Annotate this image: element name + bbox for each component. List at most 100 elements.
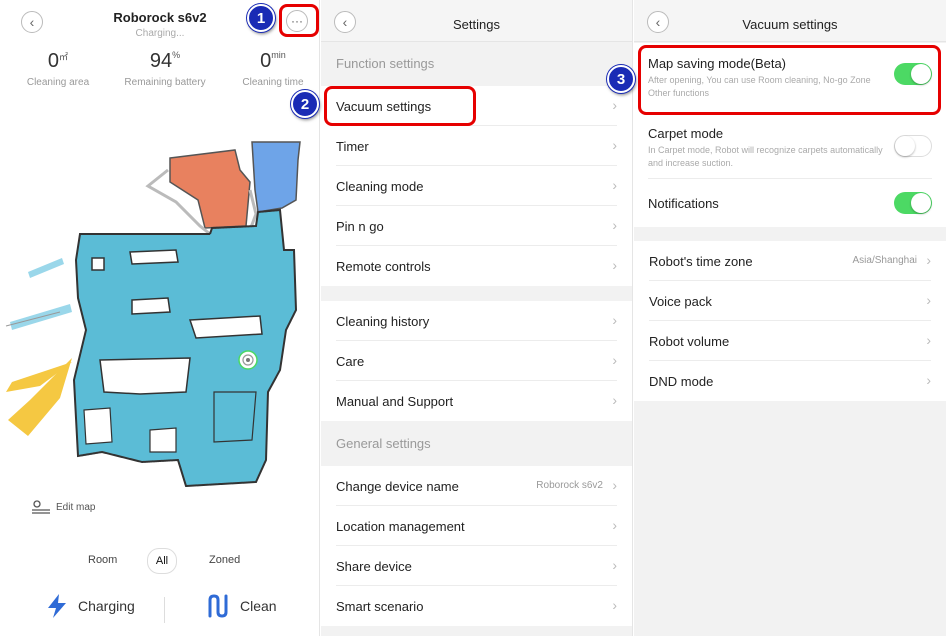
edit-map-button[interactable]: Edit map xyxy=(32,500,95,514)
settings-item-cleaning-history[interactable]: Cleaning history › xyxy=(336,301,617,341)
highlight-map-saving-mode xyxy=(638,45,941,115)
item-label: Manual and Support xyxy=(336,394,454,409)
chevron-right-icon: › xyxy=(612,257,617,273)
chevron-right-icon: › xyxy=(612,97,617,113)
stat-unit: ㎡ xyxy=(59,52,69,62)
setting-label: Carpet mode xyxy=(648,126,724,141)
stat-battery: 94% Remaining battery xyxy=(110,50,220,88)
mode-all[interactable]: All xyxy=(147,548,177,574)
clean-mode-selector: Room All Zoned xyxy=(0,548,319,574)
chevron-right-icon: › xyxy=(612,177,617,193)
item-value: Asia/Shanghai xyxy=(852,255,918,266)
settings-item-cleaning-mode[interactable]: Cleaning mode › xyxy=(336,166,617,206)
chevron-right-icon: › xyxy=(612,352,617,368)
chevron-right-icon: › xyxy=(926,332,931,348)
page-title: Settings xyxy=(453,17,500,32)
chevron-right-icon: › xyxy=(612,557,617,573)
settings-item-share-device[interactable]: Share device › xyxy=(336,546,617,586)
item-label: Share device xyxy=(336,559,412,574)
chevron-right-icon: › xyxy=(612,312,617,328)
setting-dnd-mode[interactable]: DND mode › xyxy=(649,361,931,401)
item-value: Roborock s6v2 xyxy=(536,480,603,491)
device-panel: ‹ Roborock s6v2 Charging... ··· 0㎡ Clean… xyxy=(0,0,320,636)
stat-value: 94 xyxy=(149,50,173,72)
section-title-function: Function settings xyxy=(336,56,435,71)
chevron-right-icon: › xyxy=(612,217,617,233)
chevron-right-icon: › xyxy=(612,392,617,408)
vacuum-settings-header: ‹ Vacuum settings xyxy=(634,0,946,42)
settings-header: ‹ Settings xyxy=(321,0,632,42)
robot-icon xyxy=(238,350,258,370)
clean-button[interactable]: Clean xyxy=(206,594,277,618)
setting-voice-pack[interactable]: Voice pack › xyxy=(649,281,931,321)
item-label: Smart scenario xyxy=(336,599,424,614)
stat-unit: % xyxy=(172,50,181,60)
item-label: Pin n go xyxy=(336,219,384,234)
setting-description: In Carpet mode, Robot will recognize car… xyxy=(648,145,883,168)
item-label: Cleaning history xyxy=(336,314,430,329)
settings-item-care[interactable]: Care › xyxy=(336,341,617,381)
toggle-knob xyxy=(911,193,931,213)
item-label: Robot's time zone xyxy=(649,254,753,269)
step-badge-3: 3 xyxy=(607,65,635,93)
cleaning-map[interactable] xyxy=(0,130,320,500)
item-label: Timer xyxy=(336,139,369,154)
robot-settings-group: Robot's time zone Asia/Shanghai › Voice pa… xyxy=(634,241,946,401)
settings-item-manual-support[interactable]: Manual and Support › xyxy=(336,381,617,421)
setting-carpet-mode: Carpet mode In Carpet mode, Robot will r… xyxy=(648,113,932,179)
setting-time-zone[interactable]: Robot's time zone Asia/Shanghai › xyxy=(649,241,931,281)
carpet-mode-toggle[interactable] xyxy=(894,135,932,157)
action-divider xyxy=(164,597,165,623)
item-label: Change device name xyxy=(336,479,459,494)
highlight-more-button xyxy=(279,4,319,37)
item-label: Voice pack xyxy=(649,294,712,309)
page-title: Vacuum settings xyxy=(742,17,838,32)
section-title-general: General settings xyxy=(336,436,431,451)
stat-value: 0 xyxy=(47,50,60,72)
chevron-right-icon: › xyxy=(612,137,617,153)
settings-item-timer[interactable]: Timer › xyxy=(336,126,617,166)
charging-button[interactable]: Charging xyxy=(46,594,135,618)
stat-label: Remaining battery xyxy=(124,77,206,88)
item-label: Cleaning mode xyxy=(336,179,424,194)
item-label: Location management xyxy=(336,519,465,534)
chevron-right-icon: › xyxy=(612,477,617,493)
charging-label: Charging xyxy=(78,598,135,614)
clean-label: Clean xyxy=(240,598,277,614)
setting-label: Notifications xyxy=(648,196,719,211)
item-label: DND mode xyxy=(649,374,714,389)
device-status: Charging... xyxy=(135,28,185,39)
step-badge-2: 2 xyxy=(291,90,319,118)
step-badge-1: 1 xyxy=(247,4,275,32)
settings-item-remote-controls[interactable]: Remote controls › xyxy=(336,246,617,286)
settings-item-location[interactable]: Location management › xyxy=(336,506,617,546)
chevron-right-icon: › xyxy=(926,372,931,388)
settings-item-change-name[interactable]: Change device name Roborock s6v2 › xyxy=(336,466,617,506)
stat-label: Cleaning area xyxy=(26,77,90,88)
setting-robot-volume[interactable]: Robot volume › xyxy=(649,321,931,361)
setting-notifications: Notifications xyxy=(648,179,932,227)
misc-settings-group: Cleaning history › Care › Manual and Suppo… xyxy=(321,301,632,421)
highlight-vacuum-settings xyxy=(324,86,476,126)
lightning-icon xyxy=(48,594,66,618)
general-settings-group: Change device name Roborock s6v2 › Locatio… xyxy=(321,466,632,626)
settings-item-pin-n-go[interactable]: Pin n go › xyxy=(336,206,617,246)
notifications-toggle[interactable] xyxy=(894,192,932,214)
mode-room[interactable]: Room xyxy=(88,548,117,572)
mode-zoned[interactable]: Zoned xyxy=(209,548,240,572)
chevron-right-icon: › xyxy=(926,252,931,268)
item-label: Remote controls xyxy=(336,259,431,274)
map-pin-icon xyxy=(32,500,50,514)
stat-cleaning-time: 0min Cleaning time xyxy=(218,50,319,88)
item-label: Robot volume xyxy=(649,334,730,349)
chevron-right-icon: › xyxy=(926,292,931,308)
chevron-right-icon: › xyxy=(612,597,617,613)
clean-icon xyxy=(208,594,228,618)
settings-item-smart-scenario[interactable]: Smart scenario › xyxy=(336,586,617,626)
stat-value: 0 xyxy=(260,50,272,72)
toggle-knob xyxy=(895,136,915,156)
item-label: Care xyxy=(336,354,365,369)
stat-unit: min xyxy=(271,50,286,60)
chevron-right-icon: › xyxy=(612,517,617,533)
stat-label: Cleaning time xyxy=(242,77,304,88)
